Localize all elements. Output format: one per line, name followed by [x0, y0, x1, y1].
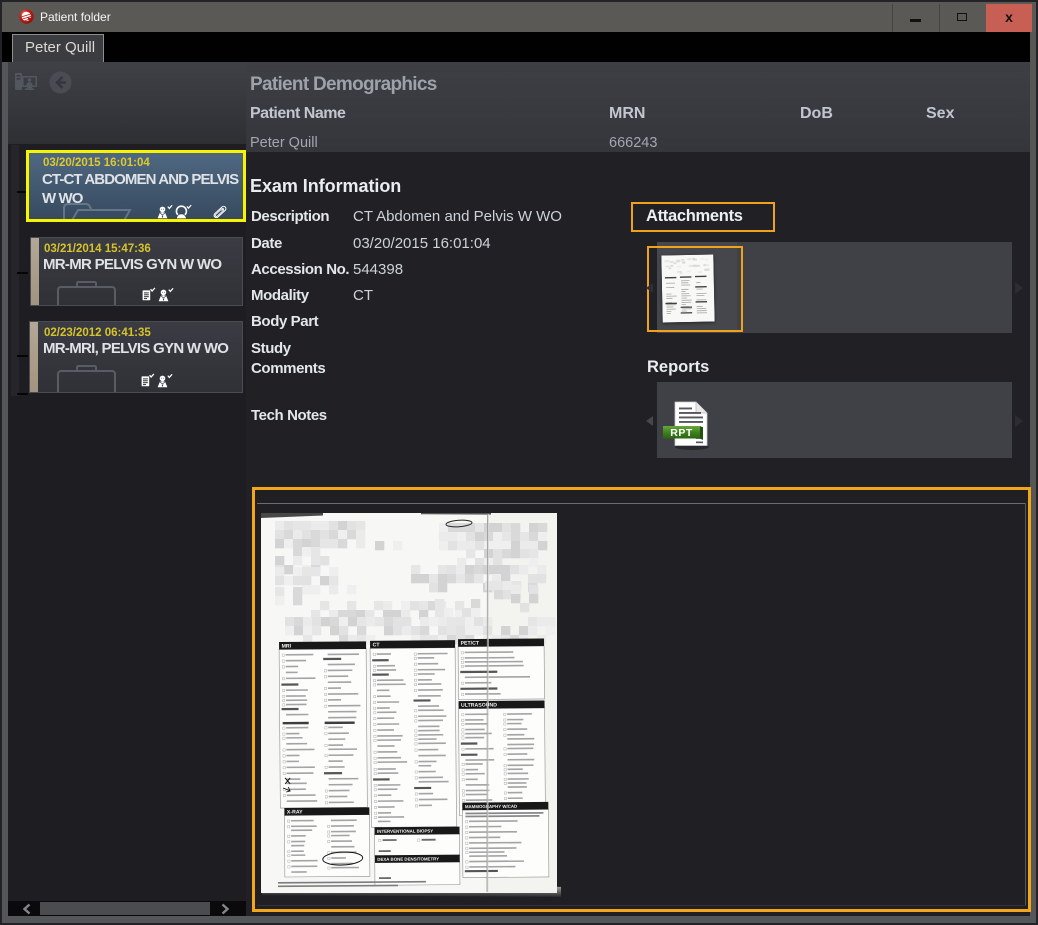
svg-text:CT: CT	[373, 642, 381, 648]
svg-text:MAMMOGRAPHY W/CAD: MAMMOGRAPHY W/CAD	[465, 804, 517, 809]
svg-text:ULTRASOUND: ULTRASOUND	[461, 702, 497, 708]
svg-text:PET/CT: PET/CT	[461, 641, 480, 647]
svg-text:MRI: MRI	[282, 644, 292, 650]
svg-text:DEXA BONE DENSITOMETRY: DEXA BONE DENSITOMETRY	[377, 856, 439, 861]
svg-text:INTERVENTIONAL BIOPSY: INTERVENTIONAL BIOPSY	[377, 828, 433, 833]
svg-text:RPT: RPT	[670, 427, 693, 439]
svg-text:X-RAY: X-RAY	[287, 809, 303, 815]
